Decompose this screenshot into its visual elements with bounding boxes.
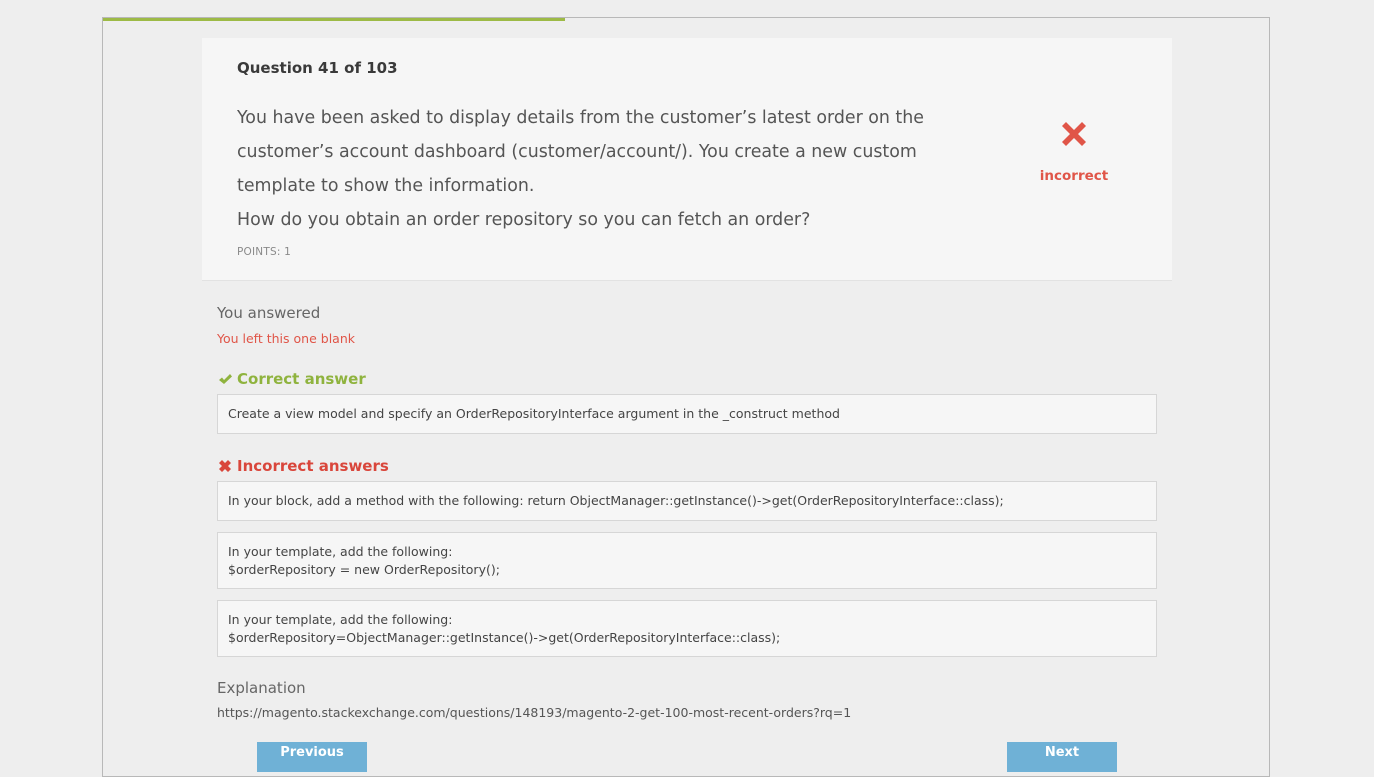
red-x-icon — [1062, 122, 1086, 146]
answer-status: incorrect — [1032, 116, 1116, 184]
correct-answer-heading-text: Correct answer — [237, 370, 366, 388]
answer-code: $orderRepository = new OrderRepository()… — [228, 562, 500, 577]
question-text-line: How do you obtain an order repository so… — [237, 210, 811, 230]
incorrect-answer-box: In your template, add the following: $or… — [217, 532, 1157, 589]
blank-answer-message: You left this one blank — [217, 331, 355, 346]
incorrect-answers-heading: Incorrect answers — [217, 457, 389, 475]
incorrect-answers-heading-text: Incorrect answers — [237, 457, 389, 475]
explanation-link[interactable]: https://magento.stackexchange.com/questi… — [217, 705, 851, 720]
question-card: Question 41 of 103 You have been asked t… — [202, 38, 1172, 281]
question-number: Question 41 of 103 — [237, 59, 398, 77]
previous-button[interactable]: Previous — [257, 742, 367, 772]
progress-track — [103, 18, 1269, 21]
answer-text: In your block, add a method with the fol… — [228, 493, 1004, 508]
points-label: POINTS: 1 — [237, 246, 291, 258]
answer-code: $orderRepository=ObjectManager::getInsta… — [228, 630, 781, 645]
checkmark-icon — [219, 374, 232, 384]
correct-answer-heading: Correct answer — [217, 370, 366, 388]
correct-answer-box: Create a view model and specify an Order… — [217, 394, 1157, 434]
answer-text: Create a view model and specify an Order… — [228, 406, 840, 421]
red-x-icon — [219, 460, 231, 472]
question-text: You have been asked to display details f… — [237, 101, 982, 237]
incorrect-answer-box: In your template, add the following: $or… — [217, 600, 1157, 657]
status-label: incorrect — [1039, 168, 1109, 184]
incorrect-answer-box: In your block, add a method with the fol… — [217, 481, 1157, 521]
answer-text: In your template, add the following: — [228, 544, 453, 559]
answer-text: In your template, add the following: — [228, 612, 453, 627]
explanation-heading: Explanation — [217, 679, 306, 697]
you-answered-heading: You answered — [217, 304, 321, 322]
question-text-line: You have been asked to display details f… — [237, 108, 924, 196]
next-button[interactable]: Next — [1007, 742, 1117, 772]
progress-bar-fill — [103, 18, 565, 21]
